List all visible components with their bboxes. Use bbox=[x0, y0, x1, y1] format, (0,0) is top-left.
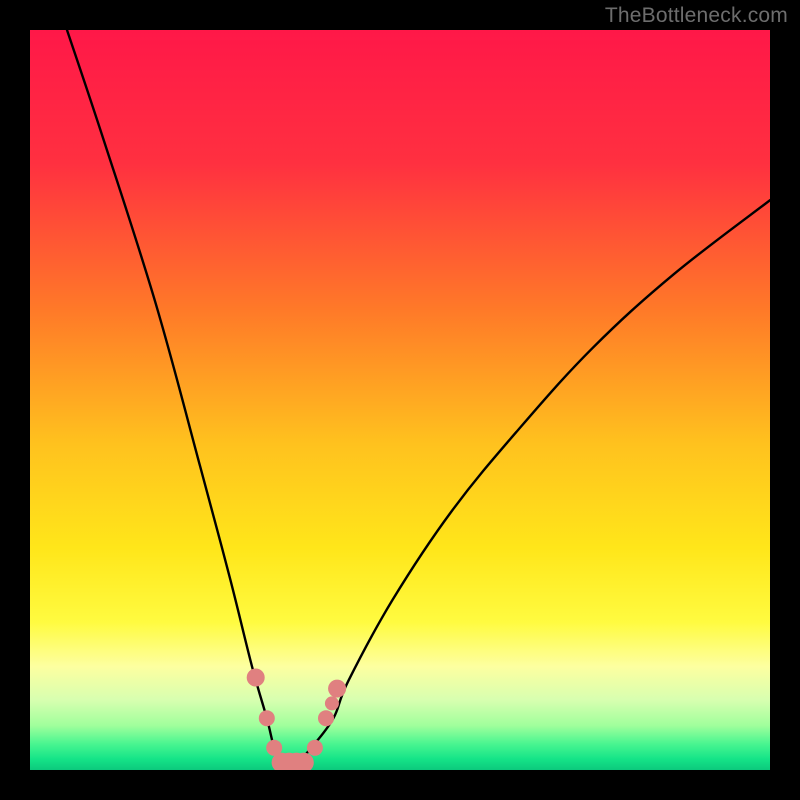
gradient-background bbox=[30, 30, 770, 770]
marker-dot bbox=[318, 710, 334, 726]
watermark-text: TheBottleneck.com bbox=[605, 4, 788, 28]
marker-dot bbox=[259, 710, 275, 726]
marker-dot bbox=[325, 696, 339, 710]
chart-frame: TheBottleneck.com bbox=[0, 0, 800, 800]
marker-dot bbox=[307, 740, 323, 756]
plot-area bbox=[30, 30, 770, 770]
marker-dot bbox=[328, 680, 346, 698]
marker-dot bbox=[247, 669, 265, 687]
bottleneck-chart bbox=[30, 30, 770, 770]
